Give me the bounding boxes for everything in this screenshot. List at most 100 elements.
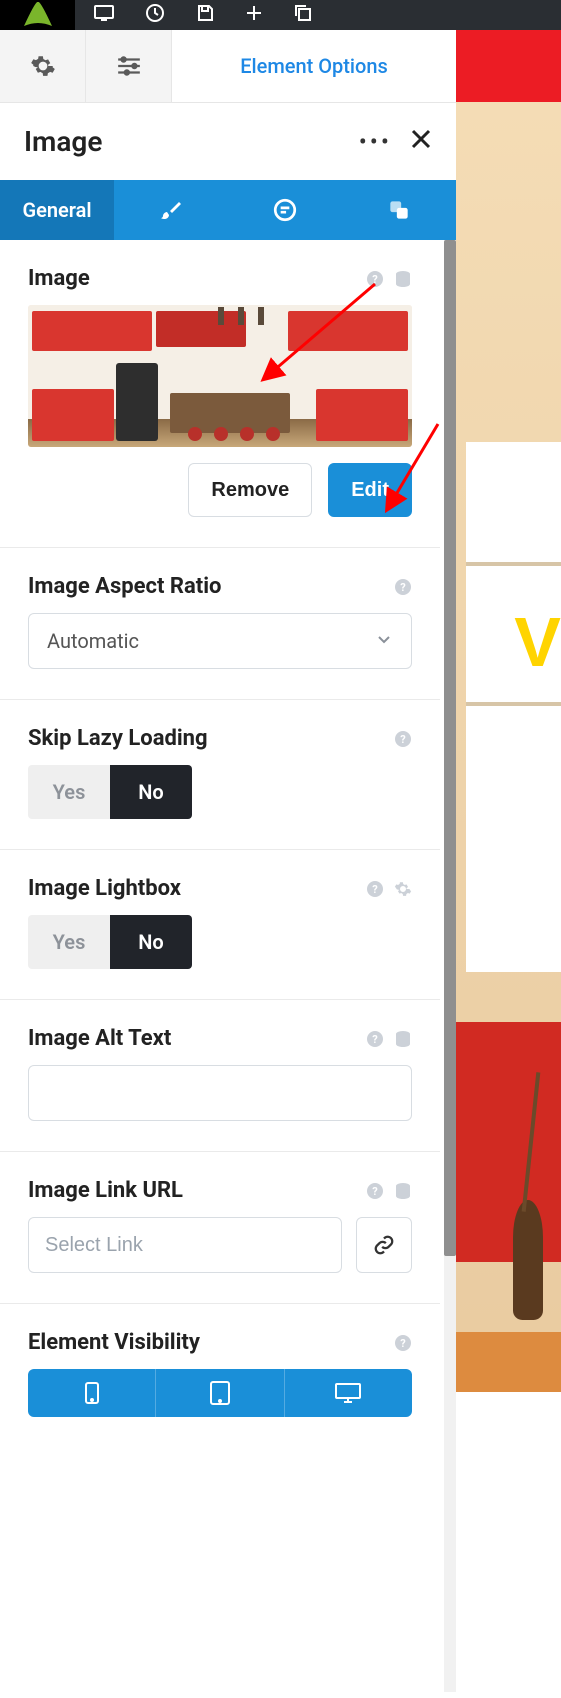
remove-button[interactable]: Remove	[188, 463, 312, 517]
alt-text-heading: Image Alt Text	[28, 1026, 356, 1051]
toggle-yes-label: Yes	[53, 780, 86, 804]
gear-icon[interactable]	[394, 880, 412, 898]
lightbox-yes[interactable]: Yes	[28, 915, 110, 969]
lazy-loading-yes[interactable]: Yes	[28, 765, 110, 819]
visibility-heading: Element Visibility	[28, 1330, 384, 1355]
scrollbar-thumb[interactable]	[444, 240, 456, 1256]
plus-icon[interactable]	[245, 4, 263, 26]
app-top-toolbar	[0, 0, 561, 30]
close-panel-button[interactable]	[410, 127, 432, 157]
app-logo	[0, 0, 75, 30]
edit-button[interactable]: Edit	[328, 463, 412, 517]
help-icon[interactable]: ?	[366, 1182, 384, 1200]
clock-icon[interactable]	[145, 3, 165, 27]
svg-text:?: ?	[372, 1033, 378, 1046]
sliders-icon	[116, 55, 142, 77]
option-tabs: General	[0, 180, 456, 240]
section-lightbox: Image Lightbox ? Yes No	[0, 850, 440, 1000]
device-visibility-buttons	[28, 1369, 412, 1417]
panel-scroll-area: Image ? Remove	[0, 240, 456, 1692]
toggle-yes-label: Yes	[53, 930, 86, 954]
element-options-tab[interactable]: Element Options	[172, 30, 456, 102]
vase-graphic	[513, 1200, 543, 1320]
tab-general-label: General	[22, 198, 91, 222]
letter-fragment: V	[514, 602, 561, 682]
copy-icon[interactable]	[293, 3, 313, 27]
database-icon[interactable]	[394, 1030, 412, 1048]
svg-text:?: ?	[372, 1185, 378, 1198]
tablet-icon	[209, 1380, 231, 1406]
chat-icon	[272, 197, 298, 223]
aspect-ratio-heading: Image Aspect Ratio	[28, 574, 384, 599]
help-icon[interactable]: ?	[366, 270, 384, 288]
toggle-no-label: No	[138, 780, 163, 804]
link-url-input[interactable]	[28, 1217, 342, 1273]
lightbox-toggle: Yes No	[28, 915, 412, 969]
section-link-url: Image Link URL ?	[0, 1152, 440, 1304]
help-icon[interactable]: ?	[394, 730, 412, 748]
lazy-loading-no[interactable]: No	[110, 765, 192, 819]
remove-button-label: Remove	[211, 479, 289, 502]
save-icon[interactable]	[195, 3, 215, 27]
section-image-heading: Image	[28, 266, 356, 291]
aspect-ratio-value: Automatic	[47, 629, 139, 653]
tab-animation[interactable]	[342, 180, 456, 240]
thrive-leaf-icon	[18, 2, 58, 28]
help-icon[interactable]: ?	[366, 1030, 384, 1048]
help-icon[interactable]: ?	[394, 1334, 412, 1352]
secondary-header: Element Options	[0, 30, 561, 102]
device-icon[interactable]	[93, 4, 115, 26]
gear-icon	[30, 53, 56, 79]
link-icon	[373, 1234, 395, 1256]
settings-button[interactable]	[0, 30, 86, 102]
lazy-loading-heading: Skip Lazy Loading	[28, 726, 384, 751]
device-tablet-button[interactable]	[155, 1369, 283, 1417]
tab-general[interactable]: General	[0, 180, 114, 240]
section-alt-text: Image Alt Text ?	[0, 1000, 440, 1152]
canvas-background-fragment: V	[456, 102, 561, 1392]
section-aspect-ratio: Image Aspect Ratio ? Automatic	[0, 548, 440, 700]
image-preview[interactable]	[28, 305, 412, 447]
toggle-no-label: No	[138, 930, 163, 954]
svg-text:?: ?	[400, 733, 406, 746]
svg-text:?: ?	[372, 883, 378, 896]
tab-style[interactable]	[114, 180, 228, 240]
close-icon	[410, 128, 432, 150]
element-options-panel: Image ••• General Image ?	[0, 102, 456, 1692]
help-icon[interactable]: ?	[394, 578, 412, 596]
desktop-icon	[334, 1382, 362, 1404]
lazy-loading-toggle: Yes No	[28, 765, 412, 819]
panel-title-row: Image •••	[0, 103, 456, 180]
section-image: Image ? Remove	[0, 240, 440, 548]
svg-text:?: ?	[400, 1337, 406, 1350]
lightbox-heading: Image Lightbox	[28, 876, 356, 901]
alt-text-input[interactable]	[28, 1065, 412, 1121]
svg-text:?: ?	[372, 273, 378, 286]
canvas-peek	[456, 30, 561, 102]
device-desktop-button[interactable]	[284, 1369, 412, 1417]
device-mobile-button[interactable]	[28, 1369, 155, 1417]
stick-graphic	[522, 1072, 541, 1212]
section-visibility: Element Visibility ?	[0, 1304, 440, 1447]
panel-title: Image	[24, 125, 359, 158]
section-lazy-loading: Skip Lazy Loading ? Yes No	[0, 700, 440, 850]
help-icon[interactable]: ?	[366, 880, 384, 898]
sliders-button[interactable]	[86, 30, 172, 102]
mobile-icon	[84, 1381, 100, 1405]
lightbox-no[interactable]: No	[110, 915, 192, 969]
link-picker-button[interactable]	[356, 1217, 412, 1273]
database-icon[interactable]	[394, 1182, 412, 1200]
shelf-graphic	[466, 442, 561, 972]
layers-icon	[386, 197, 412, 223]
database-icon[interactable]	[394, 270, 412, 288]
more-options-button[interactable]: •••	[359, 128, 392, 156]
aspect-ratio-select[interactable]: Automatic	[28, 613, 412, 669]
edit-button-label: Edit	[351, 479, 389, 502]
top-toolbar-icons	[93, 3, 313, 27]
link-url-heading: Image Link URL	[28, 1178, 356, 1203]
element-options-label: Element Options	[240, 54, 388, 78]
tab-responsive[interactable]	[228, 180, 342, 240]
chevron-down-icon	[375, 629, 393, 653]
brush-icon	[159, 198, 183, 222]
svg-text:?: ?	[400, 581, 406, 594]
